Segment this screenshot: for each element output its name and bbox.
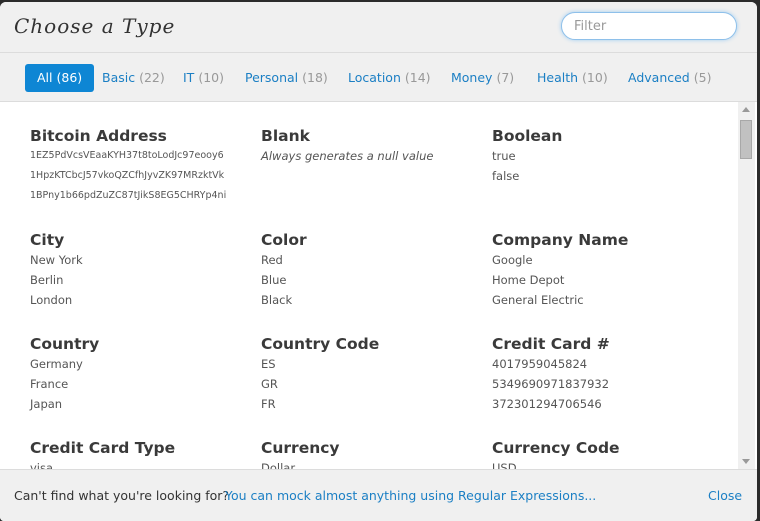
vertical-scrollbar[interactable]: [738, 102, 755, 469]
type-example: France: [30, 377, 69, 391]
dialog-header: Choose a Type: [0, 2, 757, 53]
type-credit-card-type[interactable]: Credit Card Type visa: [30, 438, 250, 469]
type-example: ES: [261, 357, 276, 371]
type-example: 1EZ5PdVcsVEaaKYH37t8toLodJc97eooy6: [30, 150, 224, 161]
type-example: Berlin: [30, 273, 64, 287]
dialog-footer: Can't find what you're looking for? You …: [0, 469, 757, 521]
help-question: Can't find what you're looking for?: [14, 488, 230, 503]
type-name: Country: [30, 335, 100, 353]
type-name: Credit Card Type: [30, 439, 176, 457]
type-country-code[interactable]: Country Code ES GR FR: [261, 334, 481, 414]
type-example: Dollar: [261, 461, 296, 469]
tab-label: Basic: [102, 70, 136, 85]
tab-count: (18): [302, 70, 328, 85]
type-example: London: [30, 293, 73, 307]
tab-location[interactable]: Location (14): [336, 64, 443, 92]
type-currency-code[interactable]: Currency Code USD: [492, 438, 712, 469]
type-example: Black: [261, 293, 293, 307]
tab-label: Location: [348, 70, 401, 85]
scrollbar-thumb[interactable]: [740, 120, 752, 159]
type-example: visa: [30, 461, 54, 469]
type-example: false: [492, 169, 520, 183]
type-blank[interactable]: Blank Always generates a null value: [261, 126, 481, 166]
scroll-up-arrow-icon[interactable]: [742, 107, 750, 112]
scroll-down-arrow-icon[interactable]: [742, 459, 750, 464]
type-example: 4017959045824: [492, 357, 588, 371]
type-example: Home Depot: [492, 273, 565, 287]
type-company-name[interactable]: Company Name Google Home Depot General E…: [492, 230, 712, 310]
type-example: 1BPny1b66pdZuZC87tJikS8EG5CHRYp4ni: [30, 190, 227, 201]
type-boolean[interactable]: Boolean true false: [492, 126, 712, 186]
type-example: 372301294706546: [492, 397, 602, 411]
filter-input[interactable]: [561, 12, 737, 40]
type-country[interactable]: Country Germany France Japan: [30, 334, 250, 414]
tab-it[interactable]: IT (10): [171, 64, 236, 92]
type-list: Bitcoin Address 1EZ5PdVcsVEaaKYH37t8toLo…: [0, 102, 738, 469]
type-example: Japan: [30, 397, 63, 411]
type-example: Google: [492, 253, 533, 267]
tab-money[interactable]: Money (7): [439, 64, 526, 92]
type-name: Currency Code: [492, 439, 620, 457]
tab-label: All: [37, 70, 53, 85]
close-button[interactable]: Close: [708, 470, 742, 521]
type-example: Blue: [261, 273, 287, 287]
dialog-title: Choose a Type: [14, 14, 176, 38]
type-currency[interactable]: Currency Dollar: [261, 438, 481, 469]
tab-all[interactable]: All (86): [25, 64, 95, 92]
type-example: GR: [261, 377, 278, 391]
tab-count: (10): [198, 70, 224, 85]
type-example: USD: [492, 461, 517, 469]
type-example: New York: [30, 253, 83, 267]
regex-link[interactable]: You can mock almost anything using Regul…: [225, 470, 596, 521]
type-name: Boolean: [492, 127, 563, 145]
type-credit-card-number[interactable]: Credit Card # 4017959045824 534969097183…: [492, 334, 712, 414]
type-name: City: [30, 231, 65, 249]
tab-count: (22): [139, 70, 165, 85]
type-name: Bitcoin Address: [30, 127, 167, 145]
type-color[interactable]: Color Red Blue Black: [261, 230, 481, 310]
type-bitcoin-address[interactable]: Bitcoin Address 1EZ5PdVcsVEaaKYH37t8toLo…: [30, 126, 250, 206]
type-city[interactable]: City New York Berlin London: [30, 230, 250, 310]
type-name: Credit Card #: [492, 335, 610, 353]
type-name: Currency: [261, 439, 340, 457]
type-name: Blank: [261, 127, 310, 145]
tab-label: IT: [183, 70, 195, 85]
tab-label: Money: [451, 70, 493, 85]
category-tabs: All (86) Basic (22) IT (10) Personal (18…: [0, 53, 757, 102]
type-example: true: [492, 149, 516, 163]
tab-count: (5): [693, 70, 712, 85]
type-example: FR: [261, 397, 276, 411]
tab-health[interactable]: Health (10): [525, 64, 620, 92]
type-example: Red: [261, 253, 283, 267]
type-name: Color: [261, 231, 307, 249]
tab-count: (14): [404, 70, 431, 85]
type-name: Company Name: [492, 231, 629, 249]
tab-basic[interactable]: Basic (22): [90, 64, 177, 92]
type-example: General Electric: [492, 293, 584, 307]
tab-count: (7): [496, 70, 515, 85]
type-example: Germany: [30, 357, 83, 371]
type-name: Country Code: [261, 335, 380, 353]
type-example: 1HpzKTCbcJ57vkoQZCfhJyvZK97MRzktVk: [30, 170, 225, 181]
type-example: 5349690971837932: [492, 377, 610, 391]
tab-label: Personal: [245, 70, 299, 85]
tab-label: Advanced: [628, 70, 690, 85]
tab-personal[interactable]: Personal (18): [233, 64, 340, 92]
tab-count: (10): [582, 70, 608, 85]
tab-label: Health: [537, 70, 579, 85]
type-description: Always generates a null value: [261, 149, 434, 163]
tab-advanced[interactable]: Advanced (5): [616, 64, 723, 92]
choose-type-dialog: Choose a Type All (86) Basic (22) IT (10…: [0, 2, 757, 521]
tab-count: (86): [56, 70, 83, 85]
